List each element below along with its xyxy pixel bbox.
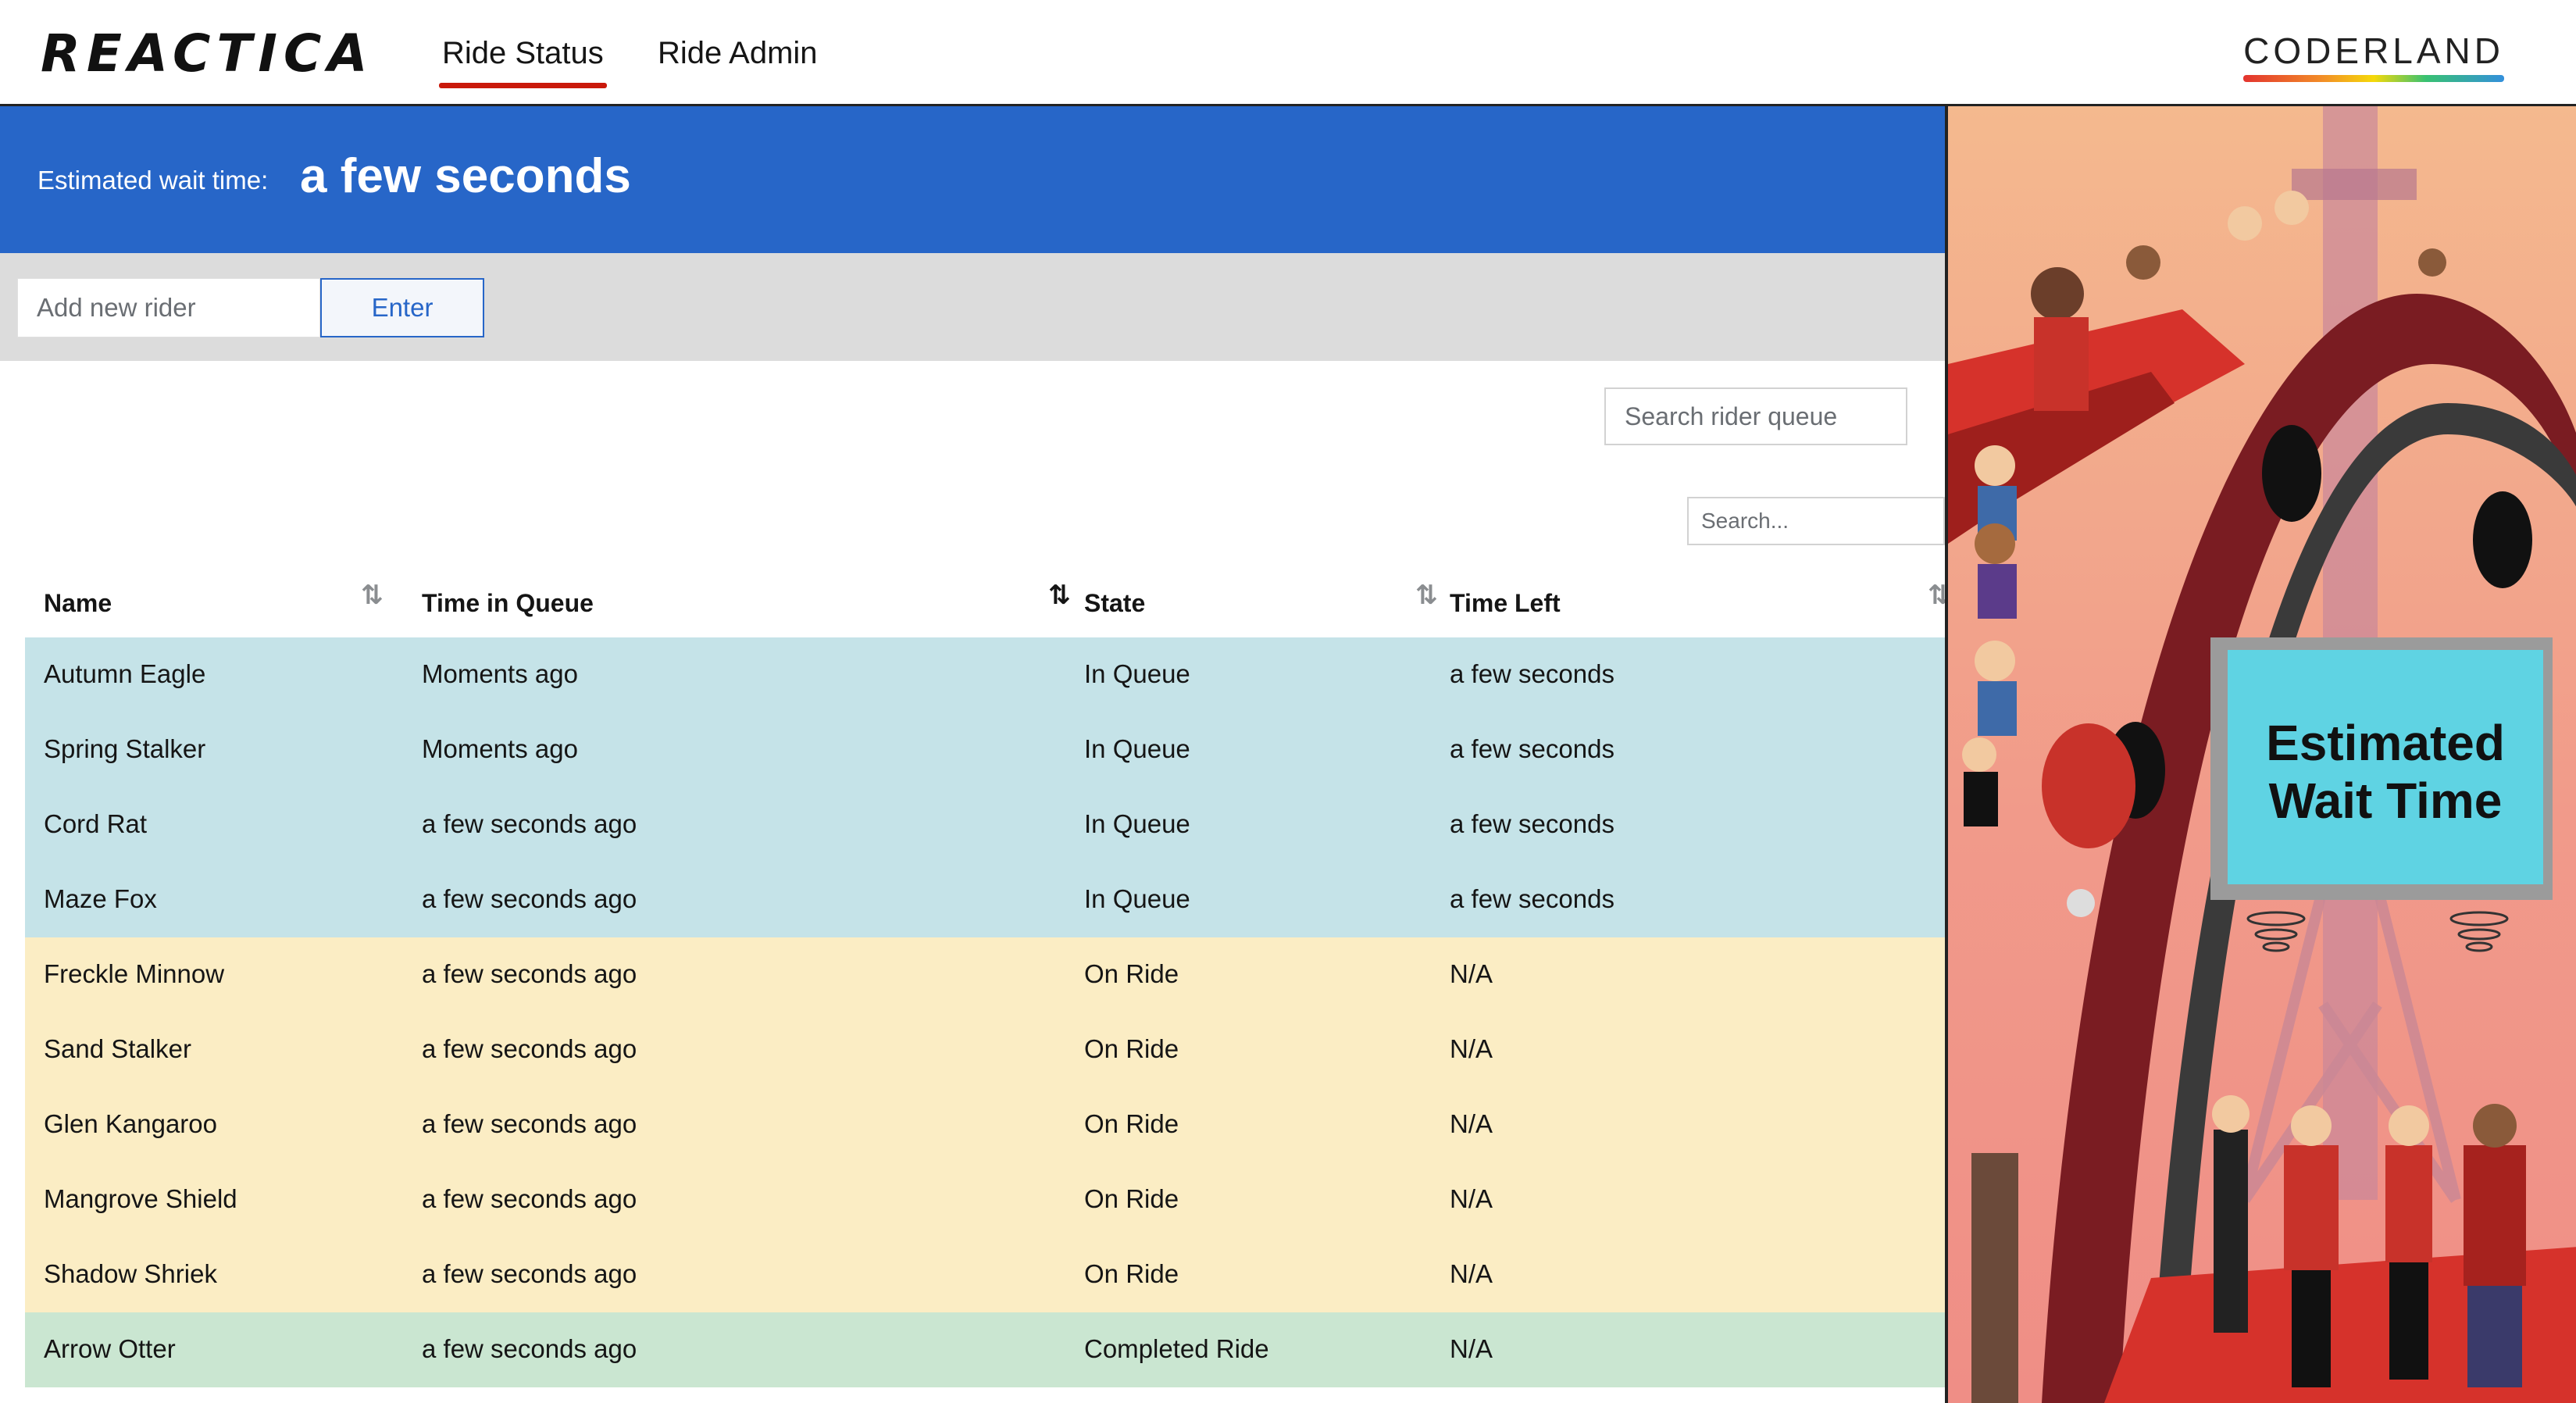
cell-name: Freckle Minnow	[44, 959, 225, 988]
cell-name: Glen Kangaroo	[44, 1109, 217, 1138]
cell-time-left: N/A	[1450, 1034, 1493, 1063]
column-header-time-in-queue[interactable]: Time in Queue ⇅	[403, 552, 1071, 637]
table-row[interactable]: Spring Stalker Moments ago In Queue a fe…	[25, 712, 1945, 787]
ride-status-panel: Estimated wait time: a few seconds Enter…	[0, 106, 1950, 1403]
column-label: Time in Queue	[422, 589, 594, 617]
cell-time-left: a few seconds	[1450, 884, 1614, 913]
table-row[interactable]: Arrow Otter a few seconds ago Completed …	[25, 1312, 1945, 1387]
table-row[interactable]: Maze Fox a few seconds ago In Queue a fe…	[25, 862, 1945, 937]
coderland-logo: CODERLAND	[2243, 30, 2504, 82]
cell-state: In Queue	[1084, 734, 1190, 763]
cell-time-in-queue: a few seconds ago	[422, 1034, 637, 1063]
table-search-input[interactable]	[1687, 497, 1945, 545]
cell-state: In Queue	[1084, 659, 1190, 688]
cell-state: On Ride	[1084, 959, 1179, 988]
cell-name: Maze Fox	[44, 884, 157, 913]
table-row[interactable]: Glen Kangaroo a few seconds ago On Ride …	[25, 1087, 1945, 1162]
wait-time-value: a few seconds	[300, 149, 631, 203]
cell-time-left: a few seconds	[1450, 659, 1614, 688]
column-header-state[interactable]: State ⇅	[1065, 552, 1438, 637]
cell-name: Mangrove Shield	[44, 1184, 237, 1213]
cell-state: Completed Ride	[1084, 1334, 1269, 1363]
cell-name: Arrow Otter	[44, 1334, 176, 1363]
cell-time-in-queue: a few seconds ago	[422, 884, 637, 913]
sign-line-2: Wait Time	[2268, 773, 2503, 829]
wait-time-label: Estimated wait time:	[37, 166, 269, 195]
tab-ride-admin[interactable]: Ride Admin	[658, 36, 818, 71]
cell-name: Shadow Shriek	[44, 1259, 217, 1288]
search-rider-queue-input[interactable]	[1604, 387, 1907, 445]
cell-time-in-queue: Moments ago	[422, 734, 578, 763]
cell-time-in-queue: a few seconds ago	[422, 809, 637, 838]
cell-name: Spring Stalker	[44, 734, 206, 763]
cell-state: On Ride	[1084, 1034, 1179, 1063]
cell-name: Autumn Eagle	[44, 659, 206, 688]
cell-time-in-queue: a few seconds ago	[422, 1184, 637, 1213]
cell-state: In Queue	[1084, 809, 1190, 838]
cell-time-left: N/A	[1450, 1259, 1493, 1288]
column-label: Name	[44, 589, 112, 617]
add-rider-bar: Enter	[0, 253, 1945, 361]
add-rider-input[interactable]	[17, 278, 320, 337]
reactica-logo[interactable]: REACTICA	[41, 23, 373, 84]
cell-time-in-queue: a few seconds ago	[422, 1109, 637, 1138]
column-label: Time Left	[1450, 589, 1561, 617]
cell-time-left: N/A	[1450, 1334, 1493, 1363]
sign-line-1: Estimated	[2266, 715, 2505, 771]
cell-time-left: a few seconds	[1450, 809, 1614, 838]
column-header-time-left[interactable]: Time Left ⇅	[1431, 552, 1950, 637]
brand-color-bar	[2243, 75, 2504, 82]
top-navbar: REACTICA Ride Status Ride Admin CODERLAN…	[0, 0, 2576, 106]
cell-name: Cord Rat	[44, 809, 148, 838]
table-body: Autumn Eagle Moments ago In Queue a few …	[25, 637, 1945, 1387]
cell-state: On Ride	[1084, 1184, 1179, 1213]
wait-time-banner: Estimated wait time: a few seconds	[0, 106, 1945, 253]
wait-time-sign: Estimated Wait Time	[2221, 714, 2549, 830]
cell-time-left: N/A	[1450, 1184, 1493, 1213]
tab-ride-status[interactable]: Ride Status	[439, 36, 607, 88]
cell-time-in-queue: a few seconds ago	[422, 1259, 637, 1288]
table-row[interactable]: Autumn Eagle Moments ago In Queue a few …	[25, 637, 1945, 712]
cell-time-left: a few seconds	[1450, 734, 1614, 763]
table-row[interactable]: Cord Rat a few seconds ago In Queue a fe…	[25, 787, 1945, 862]
cell-time-left: N/A	[1450, 1109, 1493, 1138]
cell-time-in-queue: a few seconds ago	[422, 959, 637, 988]
table-row[interactable]: Mangrove Shield a few seconds ago On Rid…	[25, 1162, 1945, 1237]
table-row[interactable]: Sand Stalker a few seconds ago On Ride N…	[25, 1012, 1945, 1087]
cell-time-in-queue: a few seconds ago	[422, 1334, 637, 1363]
column-header-name[interactable]: Name ⇅	[25, 552, 403, 637]
cell-time-in-queue: Moments ago	[422, 659, 578, 688]
cell-state: On Ride	[1084, 1109, 1179, 1138]
rider-queue-table: Name ⇅ Time in Queue ⇅ State ⇅ Time Left…	[25, 552, 1950, 1387]
enter-button[interactable]: Enter	[320, 278, 484, 337]
sort-icon[interactable]: ⇅	[361, 580, 384, 611]
table-row[interactable]: Shadow Shriek a few seconds ago On Ride …	[25, 1237, 1945, 1312]
roller-coaster-illustration: Estimated Wait Time	[1945, 106, 2576, 1403]
cell-name: Sand Stalker	[44, 1034, 191, 1063]
table-header: Name ⇅ Time in Queue ⇅ State ⇅ Time Left…	[25, 552, 1950, 637]
column-label: State	[1084, 589, 1146, 617]
table-row[interactable]: Freckle Minnow a few seconds ago On Ride…	[25, 937, 1945, 1012]
cell-state: In Queue	[1084, 884, 1190, 913]
cell-time-left: N/A	[1450, 959, 1493, 988]
brand-text: CODERLAND	[2243, 30, 2504, 71]
cell-state: On Ride	[1084, 1259, 1179, 1288]
